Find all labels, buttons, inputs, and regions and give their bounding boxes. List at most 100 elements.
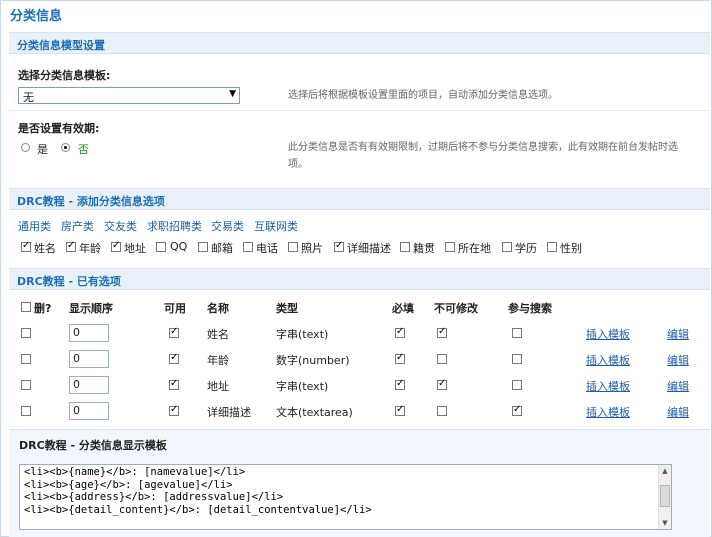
field-label-detail: 详细描述 — [347, 242, 391, 255]
row-delete-checkbox[interactable] — [21, 354, 31, 364]
row-readonly-checkbox[interactable] — [437, 354, 447, 364]
existing-options-header: DRC教程 - 已有选项 — [9, 268, 710, 290]
field-label-photo: 照片 — [301, 242, 323, 255]
row-readonly-checkbox[interactable] — [437, 406, 447, 416]
field-checkbox-location[interactable] — [445, 242, 455, 252]
page-title: 分类信息 — [10, 9, 63, 24]
row-enabled-checkbox[interactable] — [169, 352, 179, 364]
model-settings-header: 分类信息模型设置 — [9, 32, 710, 54]
field-label-address: 地址 — [124, 242, 146, 255]
field-checkbox-photo[interactable] — [288, 242, 298, 252]
field-checkbox-hometown[interactable] — [400, 242, 410, 252]
template-line: <li><b>{age}</b>: [agevalue]</li> — [24, 478, 233, 491]
field-label-location: 所在地 — [458, 242, 491, 255]
field-label-name: 姓名 — [34, 242, 56, 255]
field-checkbox-phone[interactable] — [243, 242, 253, 252]
edit-link[interactable]: 编辑 — [667, 326, 689, 342]
field-label-age: 年龄 — [79, 242, 101, 255]
row-required-checkbox[interactable] — [395, 326, 405, 338]
select-all-checkbox[interactable] — [21, 302, 31, 312]
category-link-internet[interactable]: 互联网类 — [254, 218, 298, 234]
row-type: 字串(text) — [276, 380, 329, 393]
row-type: 文本(textarea) — [276, 406, 353, 419]
field-label-hometown: 籍贯 — [413, 242, 435, 255]
row-enabled-checkbox[interactable] — [169, 378, 179, 390]
row-name: 姓名 — [207, 328, 229, 341]
row-type: 数字(number) — [276, 354, 350, 367]
row-enabled-checkbox[interactable] — [169, 404, 179, 416]
category-link-general[interactable]: 通用类 — [18, 218, 51, 234]
row-search-checkbox[interactable] — [512, 404, 522, 416]
field-checkbox-detail[interactable] — [334, 240, 344, 252]
existing-options-title: DRC教程 - 已有选项 — [17, 275, 121, 288]
header-order: 显示顺序 — [69, 302, 113, 315]
field-checkbox-gender[interactable] — [547, 242, 557, 252]
textarea-scrollbar[interactable]: ▲ ▼ — [658, 465, 671, 529]
field-checkbox-education[interactable] — [502, 242, 512, 252]
row-name: 年龄 — [207, 354, 229, 367]
row-search-checkbox[interactable] — [512, 328, 522, 338]
order-input[interactable]: 0 — [69, 324, 109, 342]
template-select[interactable]: 无 ▼ — [18, 87, 240, 104]
row-search-checkbox[interactable] — [512, 354, 522, 364]
field-checkbox-qq[interactable] — [156, 242, 166, 252]
chevron-down-icon[interactable]: ▼ — [229, 89, 236, 99]
insert-template-link[interactable]: 插入模板 — [586, 352, 630, 368]
insert-template-link[interactable]: 插入模板 — [586, 404, 630, 420]
scroll-down-icon[interactable]: ▼ — [659, 517, 671, 529]
template-code: <li><b>{name}</b>: [namevalue]</li> <li><… — [24, 466, 372, 516]
header-type: 类型 — [276, 302, 298, 315]
row-delete-checkbox[interactable] — [21, 406, 31, 416]
category-link-dating[interactable]: 交友类 — [104, 218, 137, 234]
row-search-checkbox[interactable] — [512, 380, 522, 390]
divider — [9, 110, 710, 111]
display-template-textarea[interactable]: <li><b>{name}</b>: [namevalue]</li> <li><… — [19, 464, 672, 530]
row-readonly-checkbox[interactable] — [437, 326, 447, 338]
category-link-trade[interactable]: 交易类 — [211, 218, 244, 234]
add-options-title: DRC教程 - 添加分类信息选项 — [17, 195, 165, 208]
row-readonly-checkbox[interactable] — [437, 378, 447, 390]
insert-template-link[interactable]: 插入模板 — [586, 326, 630, 342]
template-label: 选择分类信息模板: — [18, 69, 111, 82]
row-required-checkbox[interactable] — [395, 352, 405, 364]
template-line: <li><b>{name}</b>: [namevalue]</li> — [24, 466, 246, 478]
template-line: <li><b>{address}</b>: [addressvalue]</li… — [24, 491, 284, 503]
expiry-yes-radio[interactable] — [21, 143, 30, 152]
category-link-realestate[interactable]: 房产类 — [61, 218, 94, 234]
field-label-qq: QQ — [170, 240, 188, 253]
field-label-gender: 性别 — [560, 242, 582, 255]
category-link-jobs[interactable]: 求职招聘类 — [147, 218, 202, 234]
order-input[interactable]: 0 — [69, 402, 109, 420]
row-required-checkbox[interactable] — [395, 378, 405, 390]
edit-link[interactable]: 编辑 — [667, 352, 689, 368]
template-line: <li><b>{detail_content}</b>: [detail_con… — [24, 503, 372, 516]
edit-link[interactable]: 编辑 — [667, 378, 689, 394]
field-label-education: 学历 — [515, 242, 537, 255]
expiry-no-label: 否 — [78, 143, 89, 156]
header-enabled: 可用 — [164, 302, 186, 315]
display-template-title: DRC教程 - 分类信息显示模板 — [19, 439, 167, 452]
expiry-label: 是否设置有效期: — [18, 122, 100, 135]
header-delete: 删? — [34, 302, 52, 315]
order-input[interactable]: 0 — [69, 350, 109, 368]
edit-link[interactable]: 编辑 — [667, 404, 689, 420]
field-checkbox-email[interactable] — [198, 242, 208, 252]
expiry-hint-line1: 此分类信息是否有有效期限制，过期后将不参与分类信息搜索，此有效期在前台发帖时选 — [288, 142, 678, 153]
expiry-no-radio[interactable] — [61, 143, 70, 152]
field-checkbox-name[interactable] — [21, 240, 31, 252]
row-delete-checkbox[interactable] — [21, 328, 31, 338]
order-input[interactable]: 0 — [69, 376, 109, 394]
insert-template-link[interactable]: 插入模板 — [586, 378, 630, 394]
scroll-thumb[interactable] — [660, 485, 670, 507]
row-required-checkbox[interactable] — [395, 404, 405, 416]
expiry-yes-label: 是 — [37, 143, 48, 156]
field-checkbox-age[interactable] — [66, 240, 76, 252]
field-label-email: 邮箱 — [211, 242, 233, 255]
field-checkbox-address[interactable] — [111, 240, 121, 252]
scroll-up-icon[interactable]: ▲ — [659, 465, 671, 477]
row-delete-checkbox[interactable] — [21, 380, 31, 390]
row-enabled-checkbox[interactable] — [169, 326, 179, 338]
field-label-phone: 电话 — [256, 242, 278, 255]
row-name: 详细描述 — [207, 406, 251, 419]
expiry-hint-line2: 项。 — [288, 159, 308, 170]
